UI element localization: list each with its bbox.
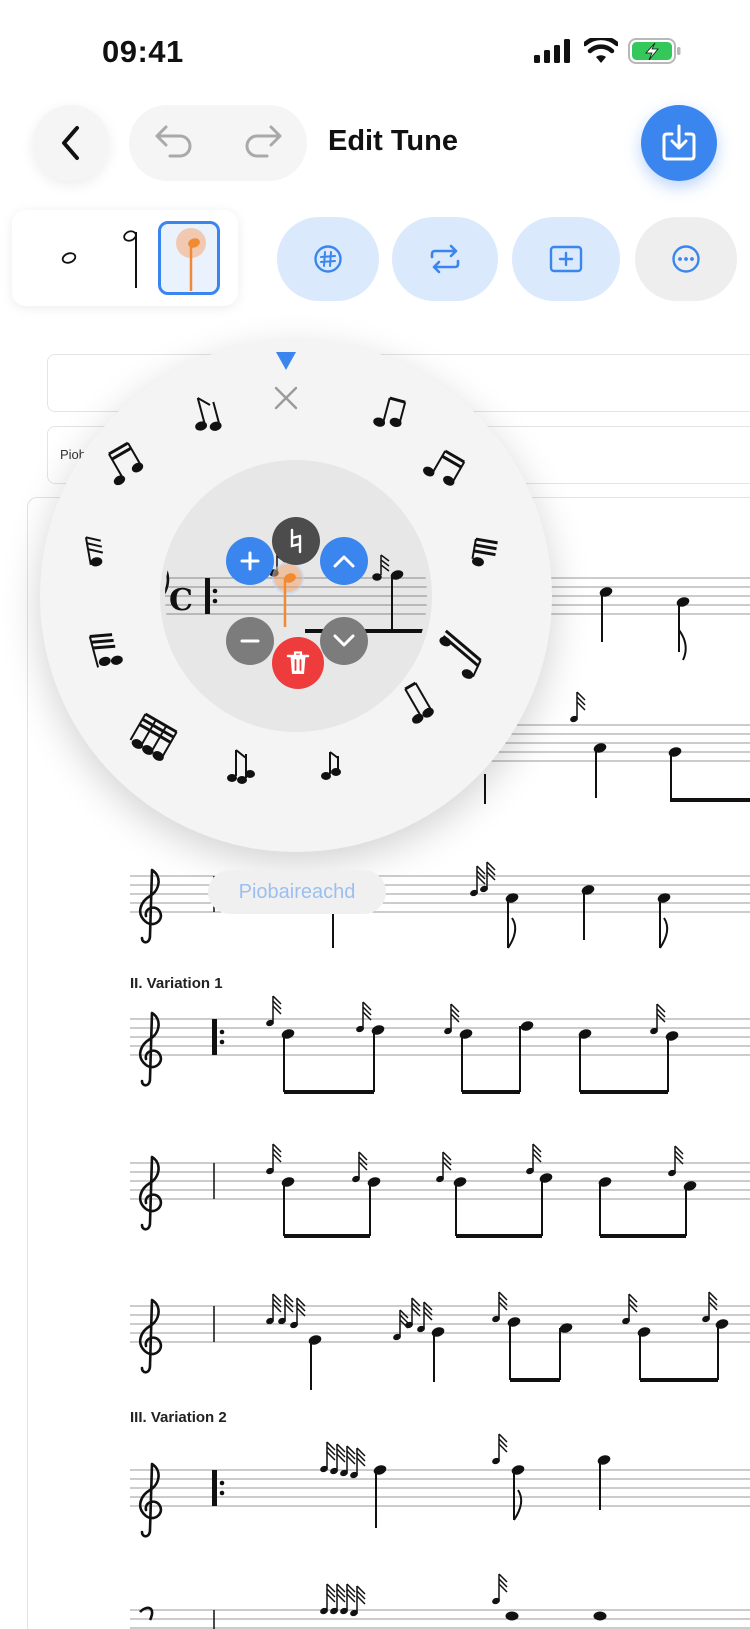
pitch-down-button[interactable] bbox=[320, 617, 368, 665]
tune-type-tooltip: Piobaireachd bbox=[208, 870, 386, 914]
add-note-button[interactable] bbox=[226, 537, 274, 585]
throw-icon[interactable] bbox=[471, 537, 498, 568]
doubling-icon[interactable] bbox=[373, 396, 407, 431]
section-label-variation-1: II. Variation 1 bbox=[130, 975, 223, 992]
taorluath-icon[interactable] bbox=[101, 441, 144, 486]
darado-icon[interactable] bbox=[431, 629, 486, 679]
natural-button[interactable] bbox=[272, 517, 320, 565]
remove-dot-button[interactable] bbox=[226, 617, 274, 665]
natural-sign-icon bbox=[290, 528, 302, 554]
cut-icon[interactable] bbox=[321, 751, 341, 780]
section-label-variation-2: III. Variation 2 bbox=[130, 1409, 227, 1426]
chevron-down-icon bbox=[333, 634, 355, 647]
plus-icon bbox=[240, 551, 260, 571]
menu-pointer-icon bbox=[276, 352, 296, 370]
slur-icon[interactable] bbox=[397, 681, 434, 725]
delete-note-button[interactable] bbox=[272, 637, 324, 689]
close-icon[interactable] bbox=[274, 386, 298, 410]
grace-note-icon[interactable] bbox=[189, 394, 222, 435]
minus-icon bbox=[240, 639, 260, 643]
trash-icon bbox=[286, 651, 310, 674]
crunluath-icon[interactable] bbox=[84, 535, 105, 567]
svg-text:C: C bbox=[169, 583, 193, 618]
pitch-up-button[interactable] bbox=[320, 537, 368, 585]
edre-icon[interactable] bbox=[88, 630, 123, 669]
strike-icon[interactable] bbox=[227, 749, 255, 784]
grip-icon[interactable] bbox=[129, 712, 178, 762]
chevron-up-icon bbox=[333, 555, 355, 568]
birl-icon[interactable] bbox=[423, 447, 466, 489]
